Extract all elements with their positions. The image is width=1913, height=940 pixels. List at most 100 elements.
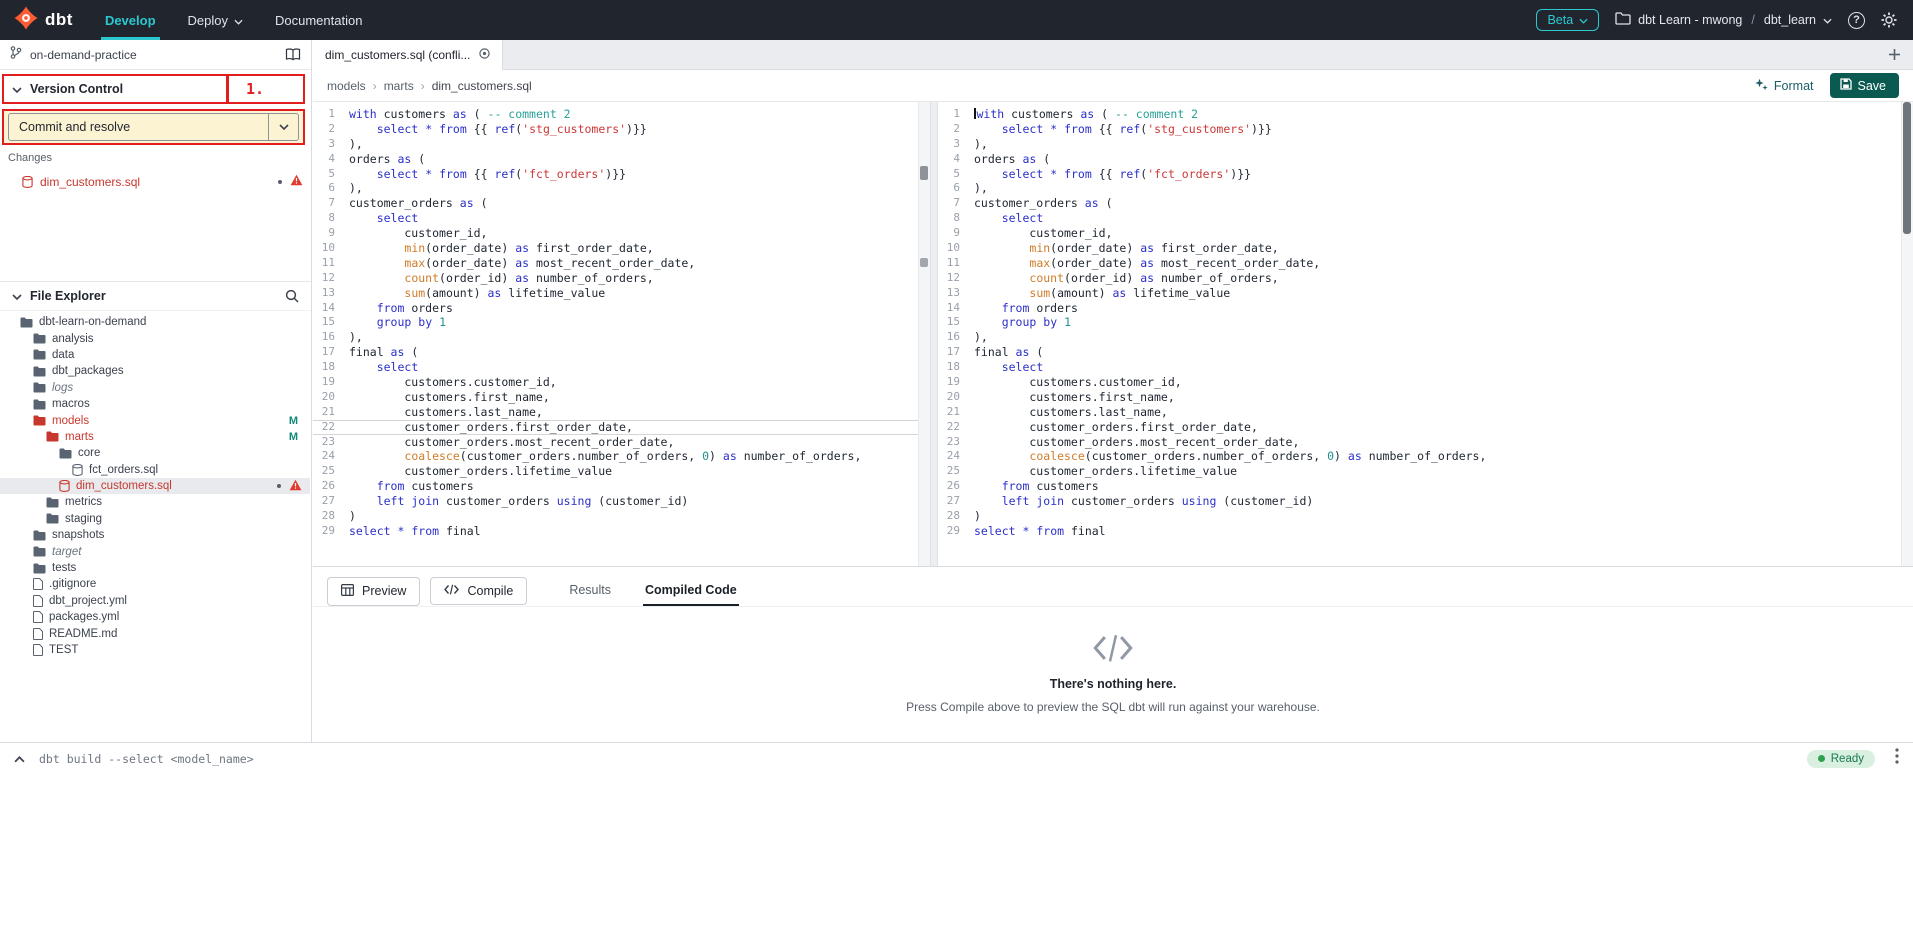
code-line[interactable]: 28) [938, 509, 1913, 524]
code-line[interactable]: 8 select [938, 211, 1913, 226]
docs-book-icon[interactable] [285, 48, 301, 61]
scrollbar-right-pane[interactable] [1901, 102, 1913, 566]
editor-pane-right[interactable]: 1with customers as ( -- comment 22 selec… [938, 102, 1913, 566]
code-line[interactable]: 26 from customers [313, 479, 930, 494]
code-line[interactable]: 7customer_orders as ( [313, 196, 930, 211]
save-button[interactable]: Save [1830, 73, 1900, 98]
code-line[interactable]: 13 sum(amount) as lifetime_value [313, 286, 930, 301]
preview-button[interactable]: Preview [327, 577, 420, 606]
code-line[interactable]: 25 customer_orders.lifetime_value [938, 464, 1913, 479]
commit-dropdown-toggle[interactable] [268, 114, 298, 140]
code-line[interactable]: 29select * from final [938, 524, 1913, 539]
code-line[interactable]: 23 customer_orders.most_recent_order_dat… [938, 435, 1913, 450]
search-icon[interactable] [285, 289, 299, 303]
code-line[interactable]: 1with customers as ( -- comment 2 [938, 107, 1913, 122]
settings-gear-icon[interactable] [1881, 12, 1897, 28]
file-tree-item[interactable]: packages.yml [0, 609, 310, 625]
help-icon[interactable] [1848, 12, 1865, 29]
scrollbar-left-pane[interactable] [918, 102, 930, 566]
file-tree-item[interactable]: tests [0, 560, 310, 576]
compile-button[interactable]: Compile [430, 577, 527, 605]
code-line[interactable]: 20 customers.first_name, [938, 390, 1913, 405]
code-line[interactable]: 12 count(order_id) as number_of_orders, [938, 271, 1913, 286]
code-line[interactable]: 12 count(order_id) as number_of_orders, [313, 271, 930, 286]
code-line[interactable]: 27 left join customer_orders using (cust… [313, 494, 930, 509]
code-line[interactable]: 3), [938, 137, 1913, 152]
conflict-dot-icon[interactable] [479, 48, 490, 62]
code-line[interactable]: 15 group by 1 [938, 315, 1913, 330]
code-line[interactable]: 14 from orders [313, 301, 930, 316]
code-line[interactable]: 22 customer_orders.first_order_date, [938, 420, 1913, 435]
file-tree-item[interactable]: target [0, 543, 310, 559]
breadcrumb-item[interactable]: marts [373, 79, 414, 93]
file-tree-item[interactable]: fct_orders.sql [0, 462, 310, 478]
code-line[interactable]: 10 min(order_date) as first_order_date, [938, 241, 1913, 256]
code-line[interactable]: 17final as ( [313, 345, 930, 360]
code-line[interactable]: 2 select * from {{ ref('stg_customers')}… [938, 122, 1913, 137]
file-tree-item[interactable]: .gitignore [0, 576, 310, 592]
breadcrumb-item[interactable]: dim_customers.sql [421, 79, 532, 93]
breadcrumb-item[interactable]: models [327, 79, 366, 93]
code-line[interactable]: 29select * from final [313, 524, 930, 539]
chevron-up-icon[interactable] [14, 750, 25, 768]
file-tree-item[interactable]: dbt_packages [0, 363, 310, 379]
code-line[interactable]: 19 customers.customer_id, [938, 375, 1913, 390]
git-branch-row[interactable]: on-demand-practice [0, 40, 311, 70]
code-line[interactable]: 10 min(order_date) as first_order_date, [313, 241, 930, 256]
file-tree-item[interactable]: README.md [0, 625, 310, 641]
code-line[interactable]: 5 select * from {{ ref('fct_orders')}} [313, 167, 930, 182]
commit-and-resolve-button[interactable]: Commit and resolve [8, 113, 299, 141]
code-line[interactable]: 2 select * from {{ ref('stg_customers')}… [313, 122, 930, 137]
code-line[interactable]: 5 select * from {{ ref('fct_orders')}} [938, 167, 1913, 182]
tab-results[interactable]: Results [567, 576, 613, 606]
new-tab-button[interactable] [1888, 48, 1901, 61]
code-line[interactable]: 21 customers.last_name, [313, 405, 930, 420]
code-line[interactable]: 22 customer_orders.first_order_date, [313, 420, 930, 435]
code-line[interactable]: 25 customer_orders.lifetime_value [313, 464, 930, 479]
editor-tab[interactable]: dim_customers.sql (confli... [313, 40, 503, 70]
code-line[interactable]: 19 customers.customer_id, [313, 375, 930, 390]
command-input[interactable]: dbt build --select <model_name> [39, 752, 254, 766]
scrollbar-thumb[interactable] [1903, 102, 1911, 234]
code-line[interactable]: 13 sum(amount) as lifetime_value [938, 286, 1913, 301]
file-tree-item[interactable]: TEST [0, 642, 310, 658]
format-button[interactable]: Format [1755, 78, 1814, 94]
file-tree-item[interactable]: logs [0, 380, 310, 396]
code-line[interactable]: 11 max(order_date) as most_recent_order_… [313, 256, 930, 271]
code-line[interactable]: 14 from orders [938, 301, 1913, 316]
file-tree-item[interactable]: core [0, 445, 310, 461]
pane-divider[interactable] [930, 102, 938, 566]
project-selector[interactable]: dbt Learn - mwong / dbt_learn [1615, 12, 1832, 28]
code-line[interactable]: 27 left join customer_orders using (cust… [938, 494, 1913, 509]
file-tree-item[interactable]: staging [0, 511, 310, 527]
file-tree-item[interactable]: dim_customers.sql [0, 478, 310, 494]
code-line[interactable]: 9 customer_id, [938, 226, 1913, 241]
code-line[interactable]: 3), [313, 137, 930, 152]
nav-item-documentation[interactable]: Documentation [259, 0, 378, 40]
code-line[interactable]: 1with customers as ( -- comment 2 [313, 107, 930, 122]
file-tree-item[interactable]: data [0, 347, 310, 363]
code-line[interactable]: 15 group by 1 [313, 315, 930, 330]
code-line[interactable]: 16), [313, 330, 930, 345]
file-tree-item[interactable]: metrics [0, 494, 310, 510]
changed-file-item[interactable]: dim_customers.sql [0, 172, 311, 192]
code-line[interactable]: 4orders as ( [313, 152, 930, 167]
file-tree-item[interactable]: modelsM [0, 412, 310, 428]
nav-item-deploy[interactable]: Deploy [172, 0, 259, 40]
code-line[interactable]: 4orders as ( [938, 152, 1913, 167]
file-tree-item[interactable]: snapshots [0, 527, 310, 543]
code-line[interactable]: 18 select [313, 360, 930, 375]
code-line[interactable]: 23 customer_orders.most_recent_order_dat… [313, 435, 930, 450]
file-tree-item[interactable]: dbt_project.yml [0, 593, 310, 609]
code-line[interactable]: 18 select [938, 360, 1913, 375]
code-line[interactable]: 21 customers.last_name, [938, 405, 1913, 420]
code-line[interactable]: 8 select [313, 211, 930, 226]
code-line[interactable]: 6), [938, 181, 1913, 196]
kebab-menu-icon[interactable] [1895, 748, 1899, 769]
code-line[interactable]: 11 max(order_date) as most_recent_order_… [938, 256, 1913, 271]
code-line[interactable]: 24 coalesce(customer_orders.number_of_or… [938, 449, 1913, 464]
file-tree-item[interactable]: dbt-learn-on-demand [0, 314, 310, 330]
nav-item-develop[interactable]: Develop [89, 0, 172, 40]
code-line[interactable]: 26 from customers [938, 479, 1913, 494]
beta-toggle[interactable]: Beta [1536, 9, 1599, 31]
